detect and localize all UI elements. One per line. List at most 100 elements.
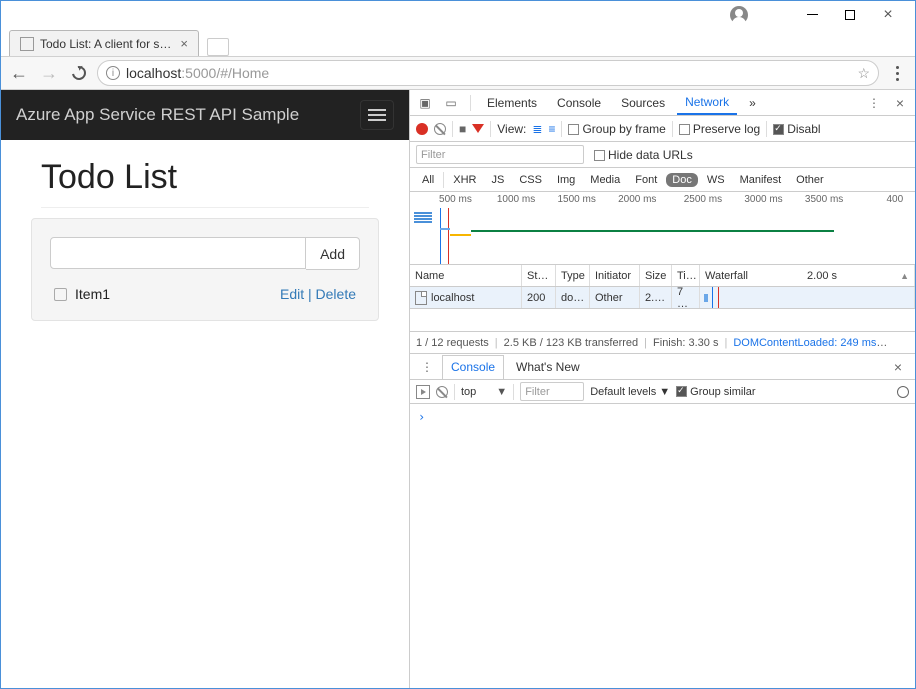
type-css[interactable]: CSS [513,173,548,187]
todo-checkbox[interactable] [54,288,67,301]
execution-context-icon[interactable] [416,385,430,399]
group-by-frame-checkbox[interactable]: Group by frame [568,122,665,136]
devtools-drawer-tabs: ⋮ Console What's New × [410,354,915,380]
page-body: Todo List Add Item1 Edit | Delete [1,140,409,331]
todo-item: Item1 Edit | Delete [50,286,360,302]
browser-toolbar: ← → i localhost:5000/#/Home ☆ [1,56,915,90]
new-todo-input[interactable] [50,237,306,269]
type-ws[interactable]: WS [701,173,731,187]
type-all[interactable]: All [416,173,440,187]
log-levels-selector[interactable]: Default levels ▼ [590,386,670,398]
profile-icon[interactable] [730,6,748,24]
divider [454,384,455,400]
type-manifest[interactable]: Manifest [734,173,788,187]
window-close-button[interactable]: × [869,3,907,27]
window-minimize-button[interactable] [793,3,831,27]
navbar-toggle-button[interactable] [360,100,394,130]
type-xhr[interactable]: XHR [447,173,482,187]
network-timeline[interactable]: 500 ms 1000 ms 1500 ms 2000 ms 2500 ms 3… [410,192,915,265]
reload-button[interactable] [67,61,91,85]
forward-arrow-icon: → [40,63,58,84]
add-row: Add [50,237,360,270]
tab-close-button[interactable]: × [180,36,188,51]
browser-menu-button[interactable] [885,61,909,85]
disable-cache-checkbox[interactable]: Disabl [773,122,820,136]
col-waterfall[interactable]: Waterfall2.00 s▲ [700,265,915,286]
large-rows-icon[interactable]: ≣ [532,122,542,136]
tab-network[interactable]: Network [677,91,737,115]
tab-more[interactable]: » [741,91,764,115]
tab-elements[interactable]: Elements [479,91,545,115]
col-name[interactable]: Name [410,265,522,286]
back-arrow-icon: ← [10,63,28,84]
console-filter-input[interactable]: Filter [520,382,584,401]
col-initiator[interactable]: Initiator [590,265,640,286]
kebab-icon [889,66,905,81]
app-brand[interactable]: Azure App Service REST API Sample [16,105,299,125]
drawer-close-button[interactable]: × [887,359,909,375]
add-button[interactable]: Add [306,237,360,270]
group-similar-checkbox[interactable]: Group similar [676,386,755,398]
forward-button[interactable]: → [37,61,61,85]
browser-tab[interactable]: Todo List: A client for sam × [9,30,199,56]
todo-actions: Edit | Delete [280,286,356,302]
site-info-icon[interactable]: i [106,66,120,80]
window-maximize-button[interactable] [831,3,869,27]
drawer-tab-console[interactable]: Console [442,355,504,379]
type-media[interactable]: Media [584,173,626,187]
divider [452,121,453,137]
back-button[interactable]: ← [7,61,31,85]
divider [41,207,369,208]
tab-title: Todo List: A client for sam [40,37,172,51]
col-time[interactable]: Ti… [672,265,700,286]
hide-data-urls-checkbox[interactable]: Hide data URLs [594,148,693,162]
separator: | [304,286,315,302]
divider [672,121,673,137]
type-js[interactable]: JS [485,173,510,187]
network-toolbar: ■ View: ≣ ≡ Group by frame Preserve log … [410,116,915,142]
devtools-close-button[interactable]: × [889,95,911,111]
devtools-tabbar: ▣ ▭ Elements Console Sources Network » ⋮… [410,90,915,116]
web-page: Azure App Service REST API Sample Todo L… [1,90,409,688]
new-tab-button[interactable] [207,38,229,56]
preserve-log-checkbox[interactable]: Preserve log [679,122,760,136]
network-request-row[interactable]: localhost 200 do… Other 2.… 7 … [410,287,915,309]
tab-sources[interactable]: Sources [613,91,673,115]
load-marker [448,208,449,264]
waterfall-icon[interactable]: ≡ [548,122,555,136]
url-text: localhost:5000/#/Home [126,65,269,81]
inspect-element-icon[interactable]: ▣ [414,96,436,110]
drawer-tab-whatsnew[interactable]: What's New [508,355,588,379]
col-status[interactable]: St… [522,265,556,286]
col-type[interactable]: Type [556,265,590,286]
tab-console[interactable]: Console [549,91,609,115]
camera-icon[interactable]: ■ [459,122,466,136]
device-toggle-icon[interactable]: ▭ [440,96,462,110]
edit-link[interactable]: Edit [280,286,304,302]
drawer-menu-icon[interactable]: ⋮ [416,360,438,374]
window-titlebar: × [1,1,915,28]
delete-link[interactable]: Delete [316,286,356,302]
console-body[interactable]: › [410,404,915,688]
bookmark-star-icon[interactable]: ☆ [857,65,870,82]
divider [443,172,444,188]
type-img[interactable]: Img [551,173,581,187]
console-settings-icon[interactable] [897,386,909,398]
clear-icon[interactable] [434,123,446,135]
dcl-marker [440,208,441,264]
grid-blank-row [410,309,915,331]
type-other[interactable]: Other [790,173,830,187]
dcl-marker [712,287,713,308]
type-font[interactable]: Font [629,173,663,187]
context-selector[interactable]: top▼ [461,386,507,398]
network-filter-input[interactable]: Filter [416,145,584,164]
col-size[interactable]: Size [640,265,672,286]
clear-console-icon[interactable] [436,386,448,398]
network-status-bar: 1 / 12 requests| 2.5 KB / 123 KB transfe… [410,332,915,354]
filter-icon[interactable] [472,124,484,133]
type-doc[interactable]: Doc [666,173,698,187]
address-bar[interactable]: i localhost:5000/#/Home ☆ [97,60,879,86]
minimize-icon [807,14,818,15]
record-icon[interactable] [416,123,428,135]
devtools-menu-icon[interactable]: ⋮ [863,96,885,110]
